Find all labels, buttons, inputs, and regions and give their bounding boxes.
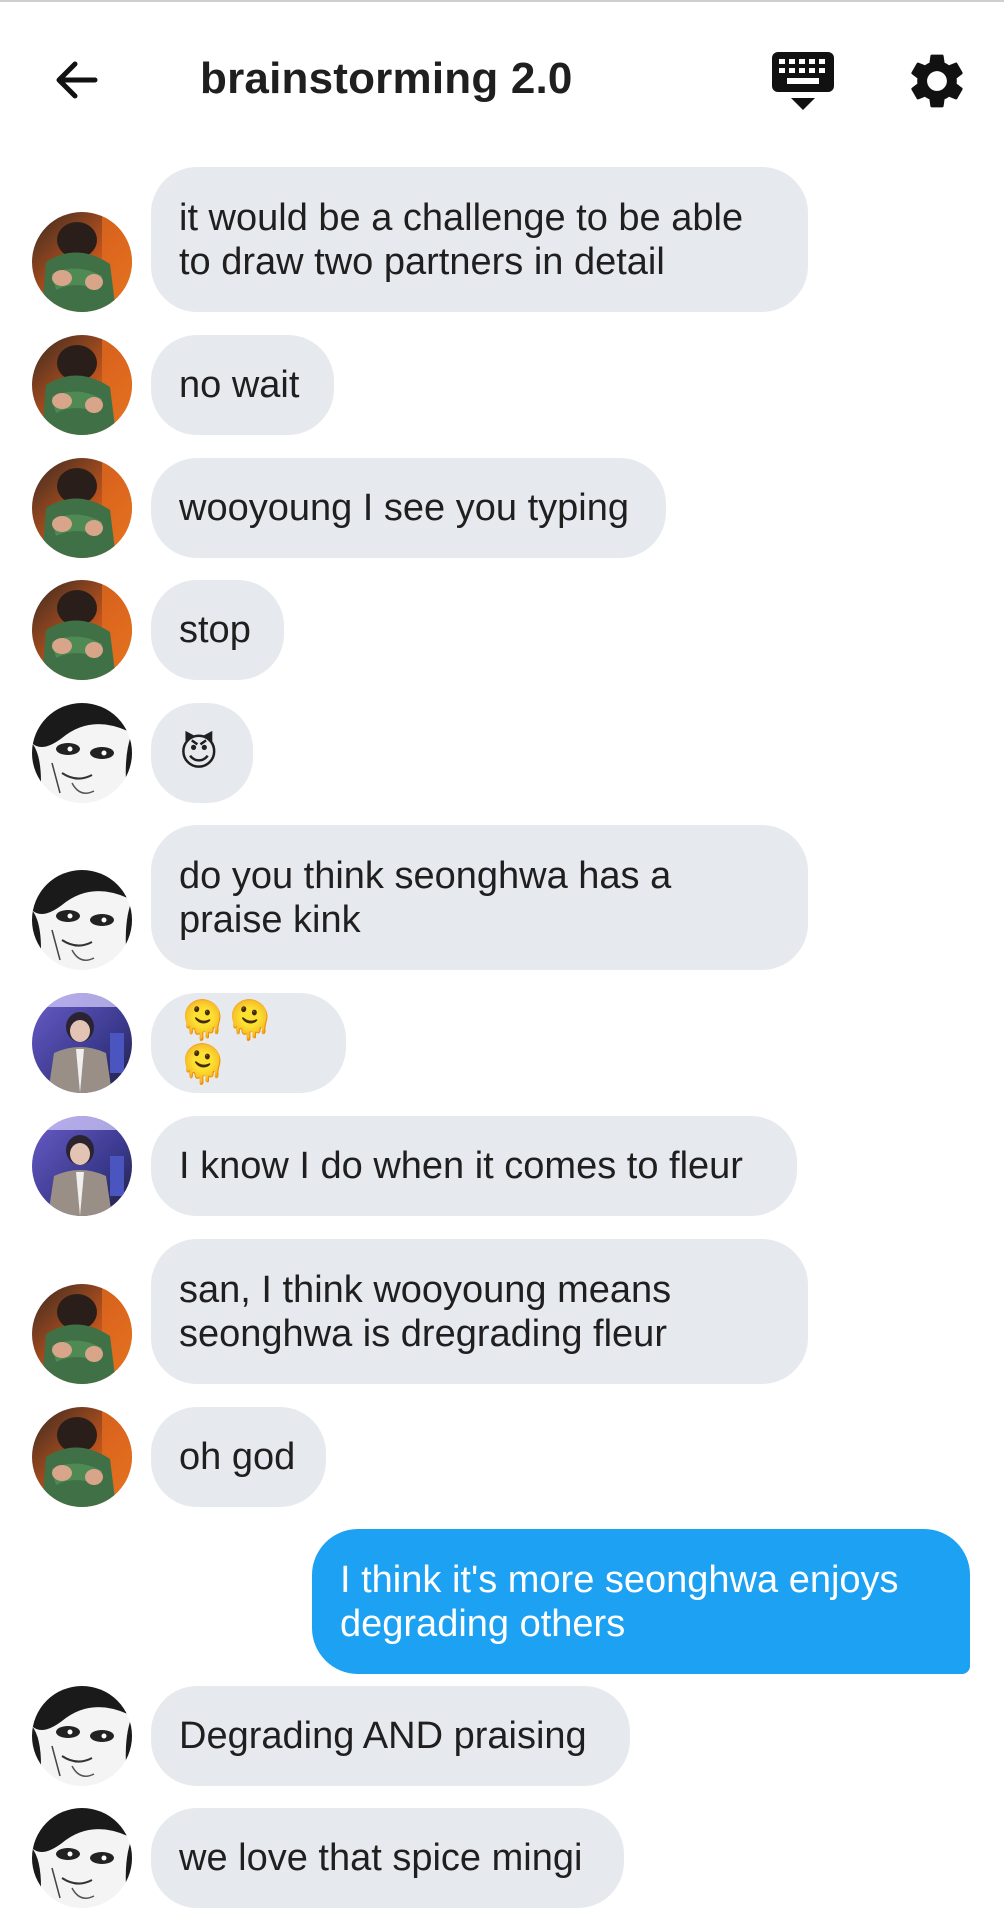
avatar[interactable] (32, 580, 132, 680)
avatar[interactable] (32, 458, 132, 558)
avatar[interactable] (32, 703, 132, 803)
message-text: no wait (179, 364, 300, 406)
keyboard-hide-icon (772, 52, 834, 110)
message-row: we love that spice mingi (0, 1808, 1004, 1908)
avatar[interactable] (32, 1116, 132, 1216)
message-text: do you think seonghwa has a praise kink (179, 854, 672, 941)
message-text: I think it's more seonghwa enjoys degrad… (340, 1558, 899, 1645)
avatar[interactable] (32, 335, 132, 435)
message-text: 🫠🫠🫠 (179, 1000, 274, 1086)
arrow-left-icon (56, 61, 98, 99)
chat-header: brainstorming 2.0 (0, 2, 1004, 152)
message-bubble[interactable]: stop (151, 580, 284, 680)
message-row: Degrading AND praising (0, 1686, 1004, 1786)
message-bubble[interactable]: 😈 (151, 703, 253, 803)
avatar[interactable] (32, 212, 132, 312)
avatar[interactable] (32, 1284, 132, 1384)
message-row: do you think seonghwa has a praise kink (0, 825, 1004, 970)
settings-button[interactable] (904, 48, 970, 114)
message-bubble[interactable]: oh god (151, 1407, 326, 1507)
message-bubble[interactable]: 🫠🫠🫠 (151, 993, 346, 1093)
message-bubble[interactable]: it would be a challenge to be able to dr… (151, 167, 808, 312)
message-bubble[interactable]: we love that spice mingi (151, 1808, 624, 1908)
message-bubble[interactable]: Degrading AND praising (151, 1686, 630, 1786)
outgoing-message-bubble[interactable]: I think it's more seonghwa enjoys degrad… (312, 1529, 970, 1674)
message-bubble[interactable]: san, I think wooyoung means seonghwa is … (151, 1239, 808, 1384)
message-text: I know I do when it comes to fleur (179, 1145, 743, 1187)
message-row: 😈 (0, 703, 1004, 803)
message-row: no wait (0, 335, 1004, 435)
avatar[interactable] (32, 870, 132, 970)
message-text: it would be a challenge to be able to dr… (179, 196, 744, 283)
message-bubble[interactable]: wooyoung I see you typing (151, 458, 666, 558)
message-text: oh god (179, 1436, 296, 1478)
avatar[interactable] (32, 1808, 132, 1908)
message-bubble[interactable]: no wait (151, 335, 334, 435)
avatar[interactable] (32, 1686, 132, 1786)
message-row: san, I think wooyoung means seonghwa is … (0, 1239, 1004, 1384)
message-text: wooyoung I see you typing (179, 487, 629, 529)
avatar[interactable] (32, 1407, 132, 1507)
message-row: stop (0, 580, 1004, 680)
message-row: I know I do when it comes to fleur (0, 1116, 1004, 1216)
message-text: Degrading AND praising (179, 1715, 587, 1757)
message-text: we love that spice mingi (179, 1837, 583, 1879)
message-text: stop (179, 609, 251, 651)
conversation-title: brainstorming 2.0 (200, 54, 573, 103)
message-row: it would be a challenge to be able to dr… (0, 167, 1004, 312)
message-row: wooyoung I see you typing (0, 458, 1004, 558)
message-row: 🫠🫠🫠 (0, 993, 1004, 1093)
message-text: san, I think wooyoung means seonghwa is … (179, 1268, 672, 1355)
message-row: oh god (0, 1407, 1004, 1507)
keyboard-toggle-button[interactable] (770, 50, 836, 112)
gear-icon (911, 54, 963, 108)
avatar[interactable] (32, 993, 132, 1093)
message-row-outgoing: I think it's more seonghwa enjoys degrad… (0, 1529, 1004, 1674)
message-text: 😈 (179, 732, 219, 774)
back-button[interactable] (46, 52, 106, 108)
message-bubble[interactable]: I know I do when it comes to fleur (151, 1116, 797, 1216)
message-bubble[interactable]: do you think seonghwa has a praise kink (151, 825, 808, 970)
